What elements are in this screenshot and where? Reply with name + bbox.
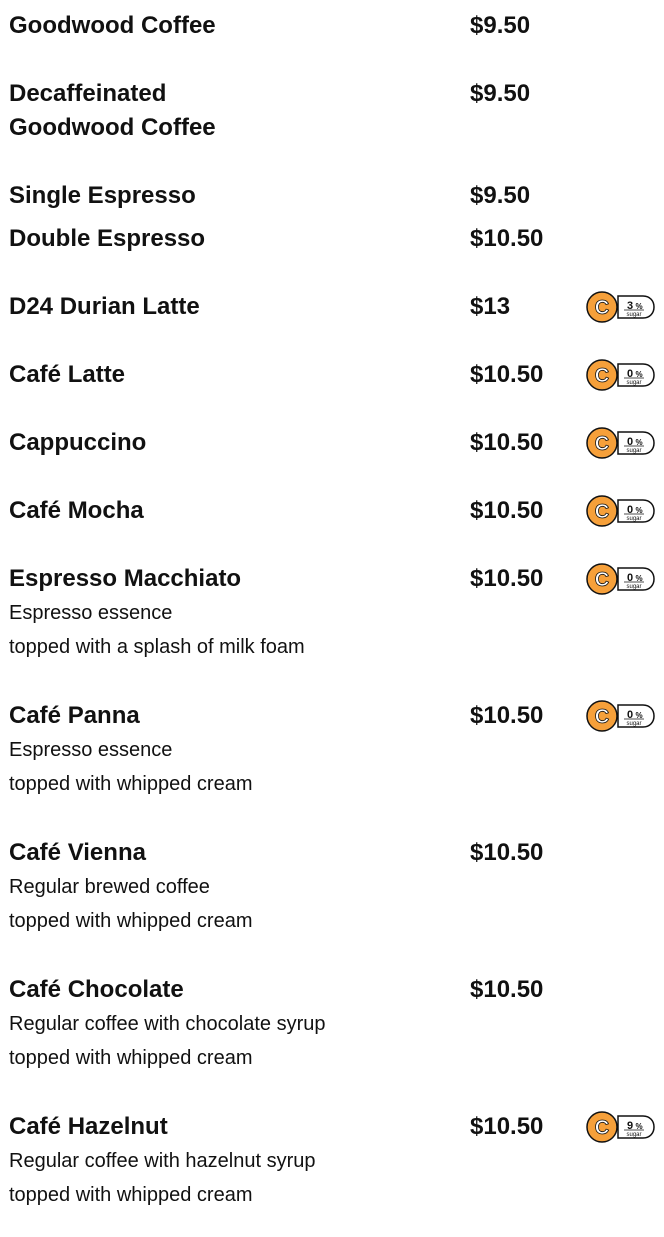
- coffee-sugar-icon: C 0 %sugar: [586, 495, 655, 527]
- item-name: Café Mocha: [9, 497, 144, 524]
- sugar-word: sugar: [626, 380, 641, 386]
- sugar-badge: C 0% sugar: [583, 494, 659, 528]
- item-name: Cappuccino: [9, 429, 147, 456]
- sugar-word: sugar: [626, 1132, 641, 1138]
- item-description: topped with a splash of milk foam: [9, 636, 305, 658]
- badge-letter: C: [595, 433, 609, 455]
- sugar-badge: C 0% sugar: [583, 562, 659, 596]
- item-name: Espresso Macchiato: [9, 565, 242, 592]
- item-price: $10.50: [470, 702, 544, 729]
- item-name: Single Espresso: [9, 182, 196, 209]
- sugar-badge: C 9% sugar: [583, 1110, 659, 1144]
- item-name: Goodwood Coffee: [9, 12, 216, 39]
- sugar-badge: C 0% sugar: [583, 358, 659, 392]
- item-price: $9.50: [470, 12, 531, 39]
- coffee-sugar-icon: C 0 %sugar: [586, 700, 655, 732]
- item-description: topped with whipped cream: [9, 910, 253, 932]
- sugar-word: sugar: [626, 584, 641, 590]
- item-description: Regular coffee with hazelnut syrup: [9, 1150, 316, 1172]
- item-description: Espresso essence: [9, 602, 173, 624]
- badge-letter: C: [595, 706, 609, 728]
- item-price: $10.50: [470, 565, 544, 592]
- item-price: $10.50: [470, 839, 544, 866]
- coffee-sugar-icon: C 9 %sugar: [586, 1111, 655, 1143]
- item-description: Regular brewed coffee: [9, 876, 210, 898]
- item-name: Café Latte: [9, 361, 126, 388]
- item-price: $10.50: [470, 1113, 544, 1140]
- sugar-word: sugar: [626, 312, 641, 318]
- item-description: topped with whipped cream: [9, 1184, 253, 1206]
- sugar-badge: C 0% sugar: [583, 426, 659, 460]
- sugar-word: sugar: [626, 516, 641, 522]
- badge-letter: C: [595, 297, 609, 319]
- item-name: Café Panna: [9, 702, 140, 729]
- item-name: Decaffeinated: [9, 80, 167, 107]
- badge-letter: C: [595, 1117, 609, 1139]
- item-description: Espresso essence: [9, 739, 173, 761]
- item-price: $10.50: [470, 976, 544, 1003]
- item-name: D24 Durian Latte: [9, 293, 200, 320]
- coffee-sugar-icon: C 3 %sugar: [586, 291, 655, 323]
- item-price: $13: [470, 293, 511, 320]
- item-name-line2: Goodwood Coffee: [9, 114, 216, 141]
- sugar-badge: C 0% sugar: [583, 699, 659, 733]
- item-name: Double Espresso: [9, 225, 206, 252]
- sugar-word: sugar: [626, 448, 641, 454]
- badge-letter: C: [595, 501, 609, 523]
- item-name: Café Vienna: [9, 839, 146, 866]
- sugar-badge: C 3% sugar: [583, 290, 659, 324]
- item-price: $9.50: [470, 80, 531, 107]
- item-price: $9.50: [470, 182, 531, 209]
- badge-letter: C: [595, 365, 609, 387]
- item-description: topped with whipped cream: [9, 1047, 253, 1069]
- badge-letter: C: [595, 569, 609, 591]
- coffee-sugar-icon: C 0 %sugar: [586, 359, 655, 391]
- item-description: topped with whipped cream: [9, 773, 253, 795]
- item-price: $10.50: [470, 361, 544, 388]
- item-price: $10.50: [470, 429, 544, 456]
- item-price: $10.50: [470, 497, 544, 524]
- item-description: Regular coffee with chocolate syrup: [9, 1013, 326, 1035]
- coffee-sugar-icon: C 0 %sugar: [586, 563, 655, 595]
- coffee-sugar-icon: C 0 %sugar: [586, 427, 655, 459]
- sugar-word: sugar: [626, 721, 641, 727]
- item-price: $10.50: [470, 225, 544, 252]
- item-name: Café Chocolate: [9, 976, 184, 1003]
- item-name: Café Hazelnut: [9, 1113, 168, 1140]
